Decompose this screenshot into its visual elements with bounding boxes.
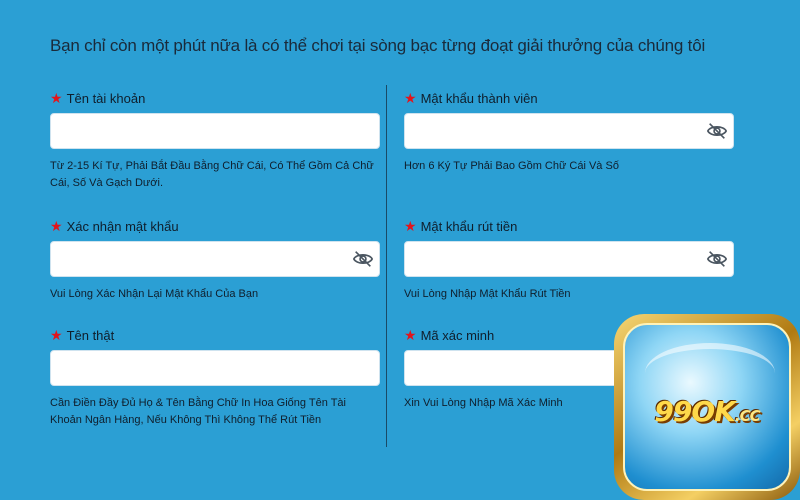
username-hint: Từ 2-15 Kí Tự, Phải Bắt Đầu Bằng Chữ Cái… bbox=[50, 160, 374, 189]
confirm-password-label-row: ★ Xác nhận mật khẩu bbox=[50, 216, 380, 236]
confirm-password-hint: Vui Lòng Xác Nhận Lại Mật Khẩu Của Bạn bbox=[50, 288, 259, 300]
real-name-label: Tên thật bbox=[66, 327, 115, 343]
real-name-hint: Cần Điền Đầy Đủ Họ & Tên Bằng Chữ In Hoa… bbox=[50, 397, 346, 426]
eye-off-icon[interactable] bbox=[706, 120, 728, 142]
member-password-field-group: ★ Mật khẩu thành viên Hơn 6 Ký Tự Phải B… bbox=[404, 88, 734, 175]
username-label: Tên tài khoản bbox=[66, 90, 146, 106]
real-name-field-group: ★ Tên thật Cần Điền Đầy Đủ Họ & Tên Bằng… bbox=[50, 325, 380, 429]
brand-tld: .CC bbox=[734, 407, 761, 425]
confirm-password-input[interactable] bbox=[50, 241, 380, 277]
withdraw-password-label: Mật khẩu rút tiền bbox=[420, 218, 518, 234]
required-star-icon: ★ bbox=[50, 327, 63, 343]
real-name-input[interactable] bbox=[50, 350, 380, 386]
brand-logo-inner: 99OK.CC bbox=[623, 323, 791, 491]
member-password-hint: Hơn 6 Ký Tự Phải Bao Gồm Chữ Cái Và Số bbox=[404, 160, 619, 172]
real-name-label-row: ★ Tên thật bbox=[50, 325, 380, 345]
brand-name: 99OK bbox=[654, 395, 735, 428]
required-star-icon: ★ bbox=[404, 218, 417, 234]
confirm-password-label: Xác nhận mật khẩu bbox=[66, 218, 179, 234]
member-password-input[interactable] bbox=[404, 113, 734, 149]
confirm-password-field-group: ★ Xác nhận mật khẩu Vui Lòng Xác Nhận Lạ… bbox=[50, 216, 380, 303]
username-label-row: ★ Tên tài khoản bbox=[50, 88, 380, 108]
withdraw-password-label-row: ★ Mật khẩu rút tiền bbox=[404, 216, 734, 236]
brand-logo-text: 99OK.CC bbox=[625, 395, 789, 428]
page-headline: Bạn chỉ còn một phút nữa là có thể chơi … bbox=[50, 36, 706, 55]
withdraw-password-input[interactable] bbox=[404, 241, 734, 277]
eye-off-icon[interactable] bbox=[352, 248, 374, 270]
required-star-icon: ★ bbox=[50, 218, 63, 234]
withdraw-password-hint: Vui Lòng Nhập Mật Khẩu Rút Tiền bbox=[404, 288, 571, 300]
username-input[interactable] bbox=[50, 113, 380, 149]
member-password-label-row: ★ Mật khẩu thành viên bbox=[404, 88, 734, 108]
member-password-label: Mật khẩu thành viên bbox=[420, 90, 538, 106]
brand-logo: 99OK.CC bbox=[614, 314, 800, 500]
required-star-icon: ★ bbox=[50, 90, 63, 106]
verification-code-label: Mã xác minh bbox=[420, 327, 495, 343]
username-field-group: ★ Tên tài khoản Từ 2-15 Kí Tự, Phải Bắt … bbox=[50, 88, 380, 192]
column-divider bbox=[386, 85, 387, 447]
required-star-icon: ★ bbox=[404, 90, 417, 106]
required-star-icon: ★ bbox=[404, 327, 417, 343]
logo-highlight bbox=[645, 343, 775, 403]
eye-off-icon[interactable] bbox=[706, 248, 728, 270]
withdraw-password-field-group: ★ Mật khẩu rút tiền Vui Lòng Nhập Mật Kh… bbox=[404, 216, 734, 303]
